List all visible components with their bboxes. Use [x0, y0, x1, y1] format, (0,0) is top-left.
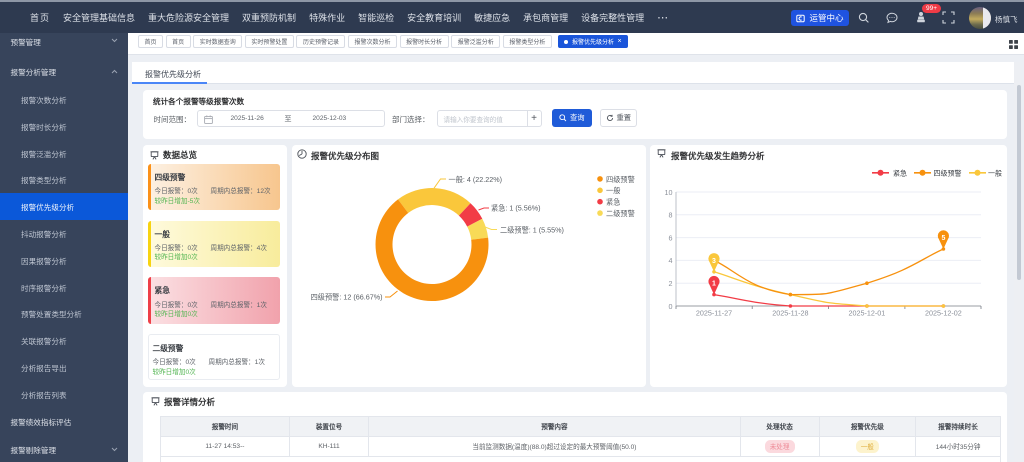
svg-text:紧急: 1 (5.56%): 紧急: 1 (5.56%)	[491, 203, 541, 212]
svg-text:四级预警: 四级预警	[606, 174, 635, 183]
svg-text:四级预警: 四级预警	[934, 168, 962, 177]
svg-text:10: 10	[665, 187, 673, 196]
svg-text:5: 5	[941, 235, 945, 242]
svg-text:4: 4	[669, 256, 673, 265]
svg-text:2: 2	[669, 279, 673, 288]
svg-text:一般: 一般	[988, 168, 1002, 177]
svg-text:紧急: 紧急	[893, 168, 907, 177]
svg-text:一般: 一般	[606, 186, 620, 195]
svg-text:3: 3	[712, 257, 716, 264]
svg-text:2025-12-02: 2025-12-02	[925, 308, 962, 317]
svg-text:2025-11-28: 2025-11-28	[772, 308, 808, 317]
svg-text:8: 8	[669, 210, 673, 219]
svg-text:四级预警: 12 (66.67%): 四级预警: 12 (66.67%)	[311, 292, 383, 301]
svg-text:二级预警: 1 (5.55%): 二级预警: 1 (5.55%)	[500, 225, 564, 234]
svg-text:一般: 4 (22.22%): 一般: 4 (22.22%)	[449, 175, 503, 184]
svg-text:2025-12-01: 2025-12-01	[849, 308, 886, 317]
svg-text:紧急: 紧急	[606, 197, 620, 206]
svg-text:0: 0	[669, 301, 673, 310]
svg-text:二级预警: 二级预警	[606, 209, 635, 218]
svg-text:6: 6	[669, 233, 673, 242]
svg-text:2025-11-27: 2025-11-27	[696, 308, 732, 317]
svg-text:1: 1	[712, 280, 716, 287]
